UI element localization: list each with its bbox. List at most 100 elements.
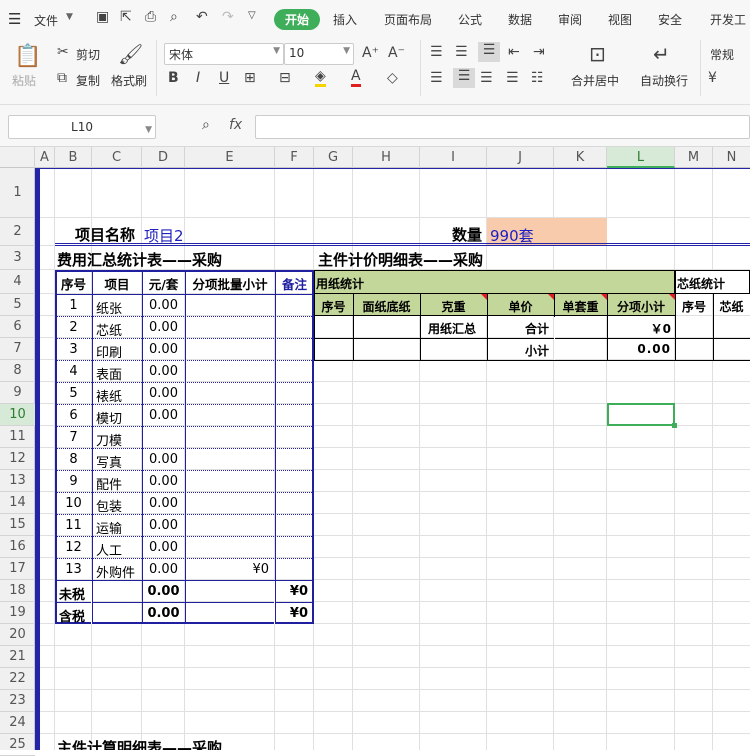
column-header-n[interactable]: N xyxy=(713,147,750,168)
justify-icon[interactable]: ☰ xyxy=(506,70,519,86)
align-center-icon[interactable]: ☰ xyxy=(453,68,475,88)
row-header-9[interactable]: 9 xyxy=(0,382,35,404)
selected-cell-l10[interactable] xyxy=(607,403,675,426)
row-header-4[interactable]: 4 xyxy=(0,270,35,294)
merge-center-icon[interactable]: ⊡ xyxy=(589,42,606,66)
align-middle-icon[interactable]: ☰ xyxy=(455,44,468,60)
fill-handle[interactable] xyxy=(672,423,677,428)
align-top-icon[interactable]: ☰ xyxy=(430,44,443,60)
zoom-icon[interactable]: ⌕ xyxy=(202,117,210,133)
menu-icon[interactable]: ☰ xyxy=(8,10,21,28)
column-header-b[interactable]: B xyxy=(55,147,92,168)
row-header-11[interactable]: 11 xyxy=(0,426,35,448)
row-header-25[interactable]: 25 xyxy=(0,734,35,756)
row-header-3[interactable]: 3 xyxy=(0,246,35,270)
clear-format-icon[interactable]: ◇ xyxy=(387,70,398,86)
export-icon[interactable]: ⇱ xyxy=(120,9,132,25)
row-header-7[interactable]: 7 xyxy=(0,338,35,360)
print-preview-icon[interactable]: ⌕ xyxy=(170,9,178,25)
cell-style-icon[interactable]: ⊟ xyxy=(279,70,291,86)
font-name-select[interactable]: 宋体 ▼ xyxy=(164,43,284,65)
number-format-select[interactable]: 常规 xyxy=(710,46,734,63)
row-header-2[interactable]: 2 xyxy=(0,218,35,246)
save-icon[interactable]: ▣ xyxy=(96,9,109,25)
row-header-16[interactable]: 16 xyxy=(0,536,35,558)
file-menu[interactable]: 文件 xyxy=(34,12,58,29)
column-header-f[interactable]: F xyxy=(275,147,314,168)
row-header-19[interactable]: 19 xyxy=(0,602,35,624)
cut-button[interactable]: 剪切 xyxy=(76,46,100,63)
redo-icon[interactable]: ↷ xyxy=(222,9,234,25)
row-header-13[interactable]: 13 xyxy=(0,470,35,492)
column-header-a[interactable]: A xyxy=(35,147,55,168)
column-header-m[interactable]: M xyxy=(675,147,713,168)
font-color-icon[interactable]: A xyxy=(351,68,361,87)
tab-formula[interactable]: 公式 xyxy=(458,11,482,28)
row-header-21[interactable]: 21 xyxy=(0,646,35,668)
tab-developer[interactable]: 开发工 xyxy=(710,11,746,28)
column-header-j[interactable]: J xyxy=(487,147,554,168)
print-icon[interactable]: ⎙ xyxy=(145,9,156,25)
row-header-18[interactable]: 18 xyxy=(0,580,35,602)
align-bottom-icon[interactable]: ☰ xyxy=(478,42,500,62)
row-header-17[interactable]: 17 xyxy=(0,558,35,580)
tab-security[interactable]: 安全 xyxy=(658,11,682,28)
row-header-15[interactable]: 15 xyxy=(0,514,35,536)
tab-review[interactable]: 审阅 xyxy=(558,11,582,28)
increase-font-icon[interactable]: A⁺ xyxy=(362,45,379,61)
column-header-d[interactable]: D xyxy=(142,147,185,168)
chevron-down-icon[interactable]: ▼ xyxy=(66,12,73,22)
row-header-5[interactable]: 5 xyxy=(0,294,35,316)
row-header-24[interactable]: 24 xyxy=(0,712,35,734)
paste-icon[interactable]: 📋 xyxy=(14,44,41,69)
cut-icon[interactable]: ✂ xyxy=(57,44,69,60)
paste-button[interactable]: 粘贴 xyxy=(12,72,36,89)
wrap-text-icon[interactable]: ↵ xyxy=(653,42,670,66)
column-header-k[interactable]: K xyxy=(554,147,607,168)
worksheet-grid[interactable]: 项目名称 项目2 数量 990套 费用汇总统计表——采购 主件计价明细表——采购 序号 项目元… xyxy=(35,168,750,750)
column-header-h[interactable]: H xyxy=(353,147,420,168)
row-header-23[interactable]: 23 xyxy=(0,690,35,712)
border-icon[interactable]: ⊞ xyxy=(244,70,256,86)
decrease-indent-icon[interactable]: ⇤ xyxy=(508,44,520,60)
column-header-c[interactable]: C xyxy=(92,147,142,168)
decrease-font-icon[interactable]: A⁻ xyxy=(388,45,405,61)
distribute-icon[interactable]: ☷ xyxy=(531,70,544,86)
function-icon[interactable]: fx xyxy=(229,117,242,133)
font-size-select[interactable]: 10 ▼ xyxy=(284,43,354,65)
tab-page-layout[interactable]: 页面布局 xyxy=(384,11,432,28)
row-header-6[interactable]: 6 xyxy=(0,316,35,338)
row-header-8[interactable]: 8 xyxy=(0,360,35,382)
row-header-10[interactable]: 10 xyxy=(0,404,35,426)
tab-insert[interactable]: 插入 xyxy=(333,11,357,28)
column-header-g[interactable]: G xyxy=(314,147,353,168)
row-header-12[interactable]: 12 xyxy=(0,448,35,470)
tab-data[interactable]: 数据 xyxy=(508,11,532,28)
wrap-text-button[interactable]: 自动换行 xyxy=(640,72,688,89)
merge-center-button[interactable]: 合并居中 xyxy=(571,72,619,89)
currency-icon[interactable]: ¥ xyxy=(708,70,717,86)
row-header-14[interactable]: 14 xyxy=(0,492,35,514)
fill-color-icon[interactable]: ◈ xyxy=(315,68,326,87)
copy-icon[interactable]: ⧉ xyxy=(57,70,67,86)
tab-home[interactable]: 开始 xyxy=(274,9,321,30)
format-painter-button[interactable]: 格式刷 xyxy=(111,72,147,89)
align-right-icon[interactable]: ☰ xyxy=(480,70,493,86)
row-header-20[interactable]: 20 xyxy=(0,624,35,646)
row-header-22[interactable]: 22 xyxy=(0,668,35,690)
column-header-i[interactable]: I xyxy=(420,147,487,168)
align-left-icon[interactable]: ☰ xyxy=(430,70,443,86)
column-header-l[interactable]: L xyxy=(607,147,675,168)
format-painter-icon[interactable]: 🖌 xyxy=(118,42,143,66)
bold-icon[interactable]: B xyxy=(168,70,179,86)
tab-view[interactable]: 视图 xyxy=(608,11,632,28)
italic-icon[interactable]: I xyxy=(196,70,200,86)
name-box[interactable]: L10 ▼ xyxy=(8,115,156,139)
increase-indent-icon[interactable]: ⇥ xyxy=(533,44,545,60)
select-all-corner[interactable] xyxy=(0,147,35,168)
underline-icon[interactable]: U xyxy=(219,70,229,86)
formula-input[interactable] xyxy=(255,115,750,139)
row-header-1[interactable]: 1 xyxy=(0,168,35,218)
column-header-e[interactable]: E xyxy=(185,147,275,168)
undo-icon[interactable]: ↶ xyxy=(196,9,208,25)
